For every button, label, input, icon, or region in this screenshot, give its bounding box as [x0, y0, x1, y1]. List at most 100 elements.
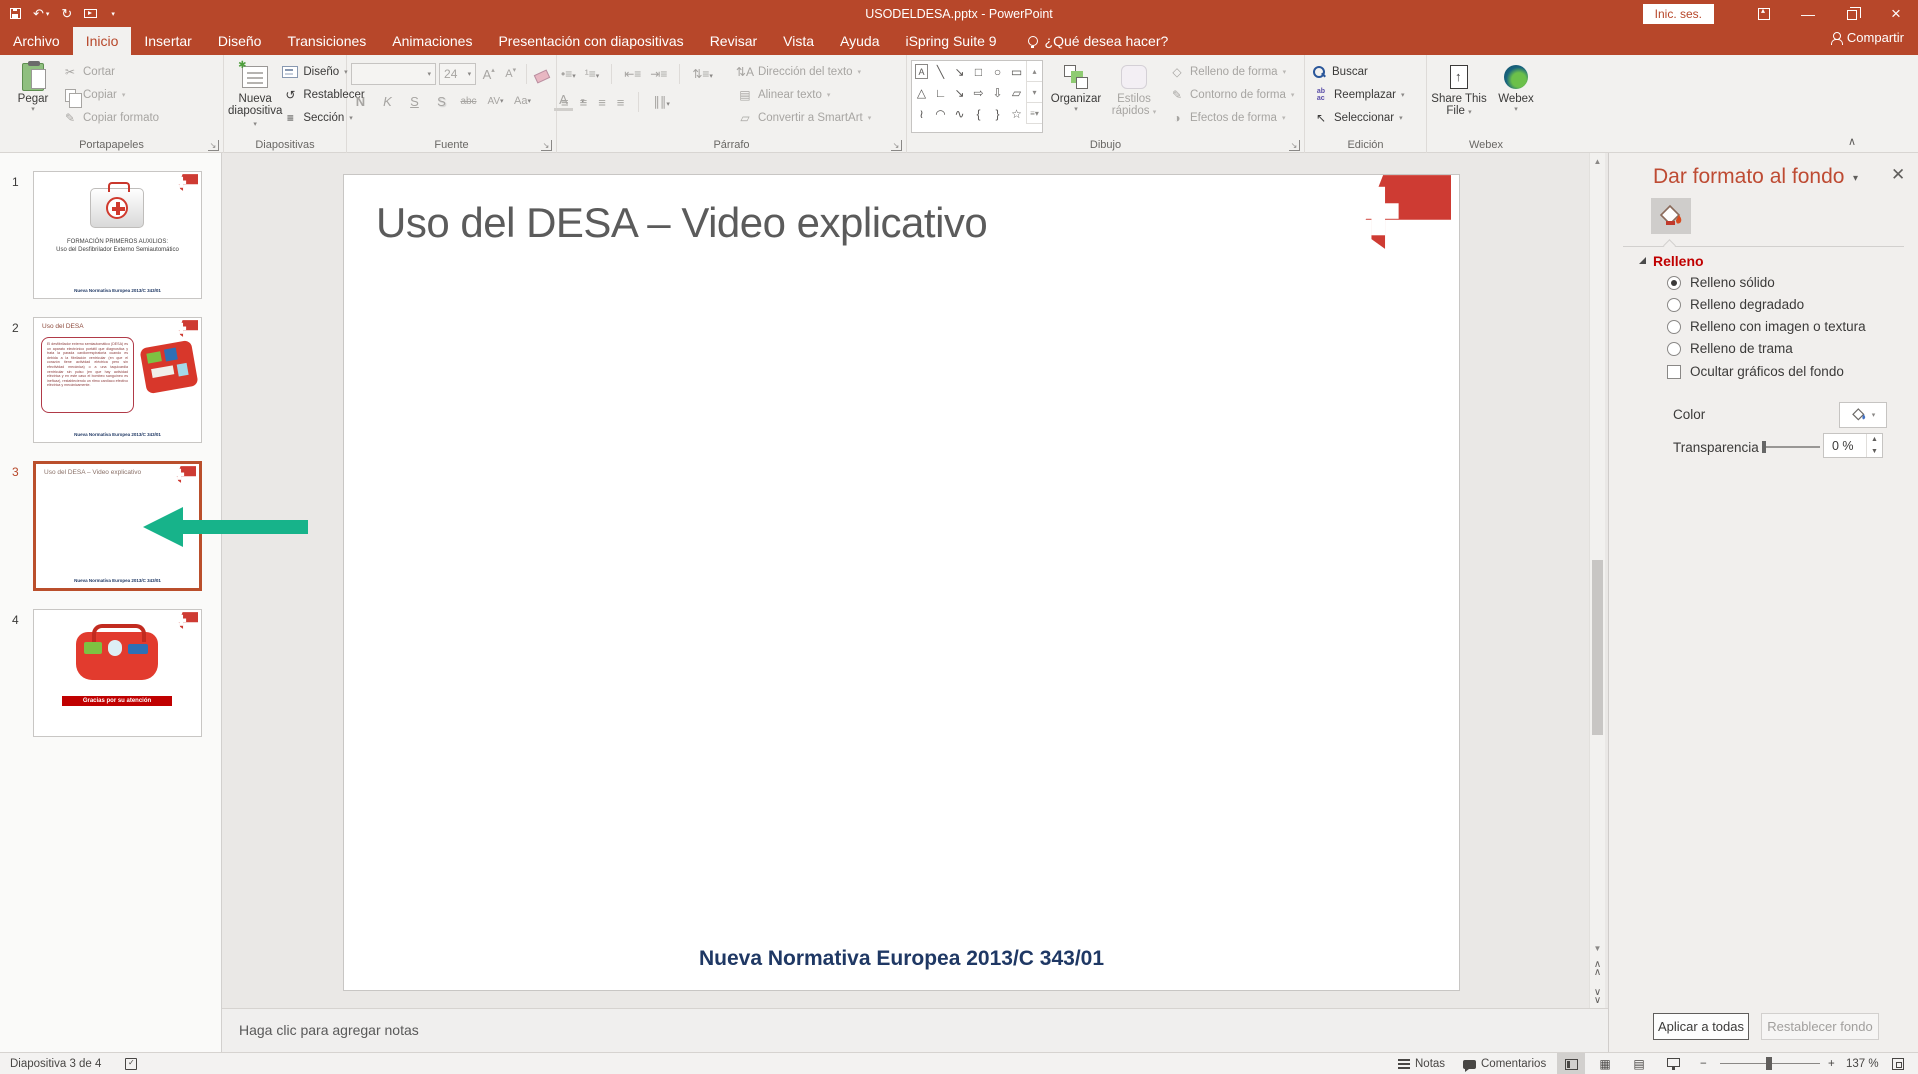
shape-elbow-arrow-icon[interactable]: ↘ [950, 82, 969, 103]
justify-button[interactable]: ≡ [617, 95, 625, 110]
slide-thumbnail-2[interactable]: Uso del DESA El desfibrilador externo se… [33, 317, 202, 443]
redo-button[interactable]: ↻ [61, 6, 72, 22]
text-direction-button[interactable]: ⇅ADirección del texto▾ [737, 62, 871, 82]
start-slideshow-button[interactable] [84, 9, 97, 18]
reset-background-button[interactable]: Restablecer fondo [1761, 1013, 1879, 1040]
tab-presentacion[interactable]: Presentación con diapositivas [485, 27, 696, 55]
decrease-indent-button[interactable]: ⇤≡ [624, 67, 641, 81]
tab-revisar[interactable]: Revisar [697, 27, 770, 55]
shape-rectangle-icon[interactable]: □ [969, 61, 988, 82]
transparency-slider[interactable] [1764, 446, 1820, 448]
tell-me-box[interactable]: ¿Qué desea hacer? [1028, 33, 1169, 55]
drawing-dialog-launcher[interactable]: ↖ [1289, 140, 1300, 151]
transparency-value-box[interactable]: 0 % ▲▼ [1823, 433, 1883, 458]
tab-ispring[interactable]: iSpring Suite 9 [892, 27, 1009, 55]
option-solid-fill[interactable]: Relleno sólido [1667, 275, 1775, 290]
zoom-slider-thumb[interactable] [1766, 1057, 1772, 1070]
text-shadow-button[interactable]: S [432, 91, 451, 111]
previous-slide-button[interactable]: ∧∧ [1590, 961, 1605, 977]
strikethrough-button[interactable]: abc [459, 91, 478, 111]
tab-diseno[interactable]: Diseño [205, 27, 275, 55]
shape-elbow-icon[interactable]: ∟ [931, 82, 950, 103]
transparency-slider-handle[interactable] [1762, 441, 1766, 453]
slide-footer-text[interactable]: Nueva Normativa Europea 2013/C 343/01 [344, 947, 1459, 971]
notes-toggle-button[interactable]: Notas [1398, 1053, 1445, 1074]
character-spacing-button[interactable]: AV▾ [486, 91, 505, 111]
option-hide-background[interactable]: Ocultar gráficos del fondo [1667, 364, 1844, 379]
clear-formatting-button[interactable] [533, 64, 552, 84]
pane-options-dropdown-icon[interactable]: ▾ [1853, 173, 1858, 184]
save-button[interactable] [10, 8, 21, 19]
slideshow-view-button[interactable] [1659, 1053, 1687, 1074]
shapes-scroll-down-icon[interactable]: ▾ [1027, 82, 1042, 103]
clipboard-dialog-launcher[interactable]: ↖ [208, 140, 219, 151]
shapes-more-icon[interactable]: ≡▾ [1027, 103, 1042, 124]
undo-button[interactable]: ↶▾ [33, 6, 49, 22]
next-slide-button[interactable]: ∨∨ [1590, 989, 1605, 1005]
paragraph-dialog-launcher[interactable]: ↖ [891, 140, 902, 151]
scrollbar-thumb[interactable] [1592, 560, 1603, 735]
zoom-out-button[interactable]: − [1700, 1053, 1707, 1074]
shape-down-arrow-icon[interactable]: ⇩ [988, 82, 1007, 103]
shape-arrow-icon[interactable]: ↘ [950, 61, 969, 82]
font-dialog-launcher[interactable]: ↖ [541, 140, 552, 151]
select-button[interactable]: ↖Seleccionar▾ [1313, 108, 1405, 128]
quick-styles-button[interactable]: Estilos rápidos ▾ [1109, 58, 1159, 133]
fill-tool-button[interactable] [1651, 198, 1691, 234]
apply-to-all-button[interactable]: Aplicar a todas [1653, 1013, 1749, 1040]
shape-outline-button[interactable]: ✎Contorno de forma▾ [1169, 85, 1294, 105]
italic-button[interactable]: K [378, 91, 397, 111]
shape-parallelogram-icon[interactable]: ▱ [1007, 82, 1026, 103]
option-pattern-fill[interactable]: Relleno de trama [1667, 341, 1793, 356]
pane-close-icon[interactable]: ✕ [1891, 165, 1905, 185]
tab-inicio[interactable]: Inicio [73, 27, 132, 55]
align-left-button[interactable]: ≡ [561, 95, 569, 110]
restore-button[interactable] [1830, 0, 1874, 27]
align-center-button[interactable]: ≡ [580, 95, 588, 110]
webex-button[interactable]: Webex▾ [1491, 58, 1541, 133]
ribbon-display-options-button[interactable] [1742, 0, 1786, 27]
align-right-button[interactable]: ≡ [598, 95, 606, 110]
fit-slide-button[interactable] [1892, 1053, 1904, 1074]
zoom-in-button[interactable]: + [1828, 1053, 1835, 1074]
line-spacing-button[interactable]: ⇅≡▾ [692, 67, 713, 81]
format-painter-button[interactable]: ✎Copiar formato [62, 108, 159, 128]
scroll-down-button[interactable]: ▼ [1590, 940, 1605, 956]
font-size-combo[interactable]: 24▾ [439, 63, 476, 85]
close-button[interactable]: × [1874, 0, 1918, 27]
undo-dropdown-icon[interactable]: ▾ [46, 10, 50, 18]
slide-thumbnail-1[interactable]: FORMACIÓN PRIMEROS AUXILIOS:Uso del Desf… [33, 171, 202, 299]
slide-editing-canvas[interactable]: Uso del DESA – Video explicativo Nueva N… [343, 174, 1460, 991]
find-button[interactable]: Buscar [1313, 62, 1405, 82]
bullets-button[interactable]: •≡▾ [561, 67, 576, 81]
columns-button[interactable]: ∥∥▾ [653, 94, 670, 110]
zoom-level[interactable]: 137 % [1846, 1053, 1879, 1074]
color-picker-button[interactable]: ▾ [1839, 402, 1887, 428]
shrink-font-button[interactable]: A▾ [501, 64, 520, 84]
paste-button[interactable]: Pegar▾ [4, 58, 62, 133]
share-this-file-button[interactable]: Share This File ▾ [1431, 58, 1487, 133]
shape-effects-button[interactable]: ◑Efectos de forma▾ [1169, 108, 1294, 128]
color-dropdown-icon[interactable]: ▾ [1872, 411, 1876, 419]
tab-insertar[interactable]: Insertar [131, 27, 204, 55]
slide-thumbnail-4[interactable]: Gracias por su atención [33, 609, 202, 737]
notes-pane[interactable]: Haga clic para agregar notas [222, 1008, 1608, 1052]
cut-button[interactable]: ✂Cortar [62, 62, 159, 82]
reading-view-button[interactable]: ▤ [1625, 1053, 1653, 1074]
slide-area-scrollbar[interactable]: ▲ ▼ ∧∧ ∨∨ [1589, 153, 1605, 1052]
scroll-up-button[interactable]: ▲ [1590, 153, 1605, 169]
fill-section-collapse-icon[interactable] [1639, 257, 1646, 264]
shape-fill-button[interactable]: ◇Relleno de forma▾ [1169, 62, 1294, 82]
font-name-combo[interactable]: ▾ [351, 63, 436, 85]
collapse-ribbon-button[interactable]: ∧ [1848, 135, 1856, 148]
shape-rounded-rectangle-icon[interactable]: ▭ [1007, 61, 1026, 82]
option-gradient-fill[interactable]: Relleno degradado [1667, 297, 1804, 312]
notes-placeholder[interactable]: Haga clic para agregar notas [239, 1022, 419, 1038]
shape-textbox-icon[interactable]: A [915, 64, 928, 79]
tab-transiciones[interactable]: Transiciones [274, 27, 379, 55]
grow-font-button[interactable]: A▴ [479, 64, 498, 84]
comments-toggle-button[interactable]: Comentarios [1463, 1053, 1546, 1074]
shape-left-brace-icon[interactable]: { [969, 103, 988, 124]
minimize-button[interactable]: — [1786, 0, 1830, 27]
spin-up-icon[interactable]: ▲ [1867, 434, 1882, 446]
